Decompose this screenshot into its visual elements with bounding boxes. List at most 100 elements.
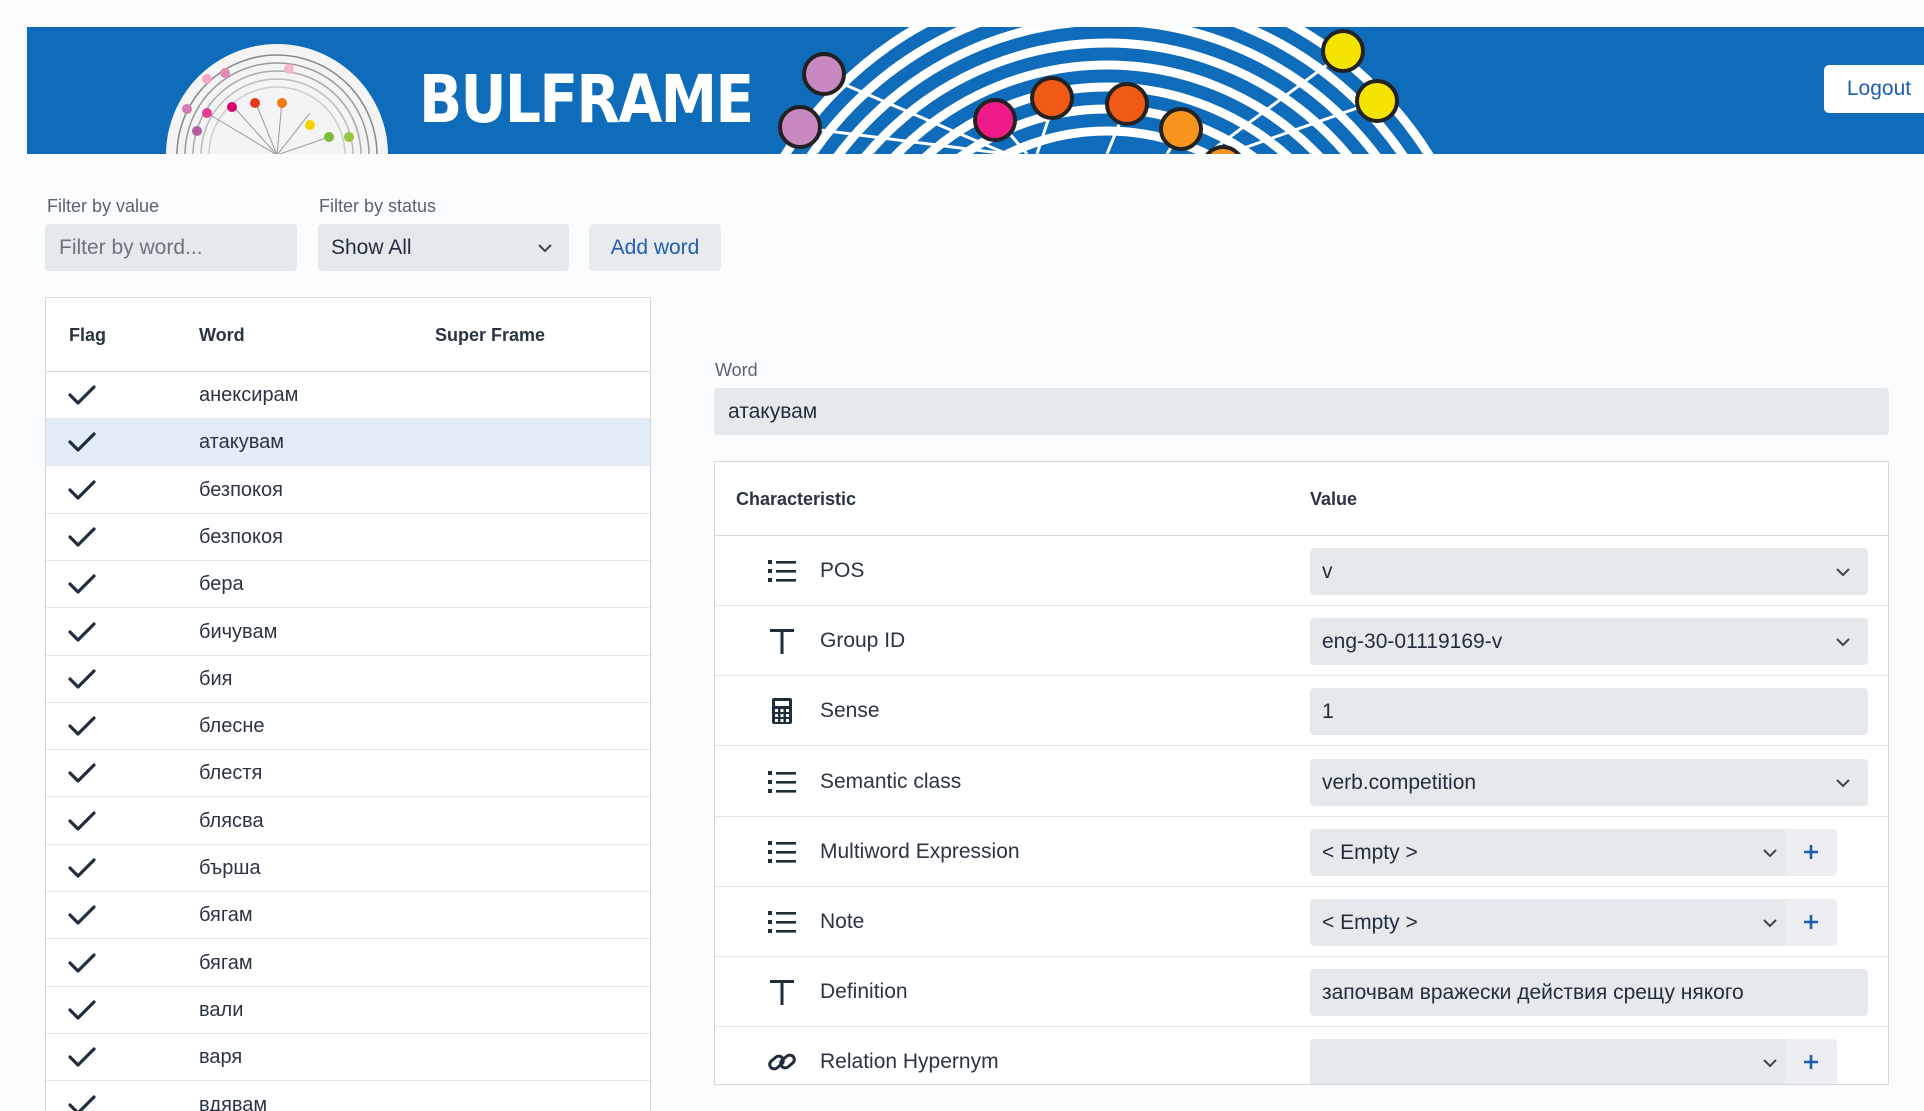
status-select[interactable]: Show All (318, 224, 569, 271)
characteristic-row: Note < Empty > (715, 887, 1888, 957)
list-icon (768, 770, 796, 793)
list-icon (768, 911, 796, 933)
filter-value-label: Filter by value (47, 196, 160, 216)
characteristic-row: Semantic class verb.competition (715, 747, 1888, 817)
characteristic-value-select[interactable]: v (1310, 548, 1868, 595)
word-cell: блясва (199, 809, 264, 832)
word-cell: варя (199, 1046, 243, 1069)
list-icon (768, 840, 796, 863)
characteristic-value: < Empty > (1322, 840, 1418, 864)
check-icon (68, 527, 96, 547)
characteristic-value: 1 (1322, 700, 1334, 724)
word-row[interactable]: варя (46, 1034, 650, 1082)
characteristic-value-select[interactable]: eng-30-01119169-v (1310, 618, 1868, 666)
word-cell: блесне (199, 715, 265, 738)
word-row[interactable]: безпокоя (46, 467, 650, 514)
word-row[interactable]: безпокоя (46, 514, 650, 561)
chevron-down-icon (1836, 568, 1850, 577)
text-t-icon (770, 629, 794, 655)
characteristic-value-input[interactable]: 1 (1310, 688, 1868, 736)
word-detail-field[interactable]: атакувам (714, 388, 1889, 435)
characteristic-name: Group ID (820, 629, 906, 653)
characteristics-table: Characteristic Value POS v Group ID eng-30-… (714, 461, 1889, 1085)
characteristic-name: Relation Hypernym (820, 1050, 999, 1074)
word-row[interactable]: бичувам (46, 609, 650, 656)
check-icon (68, 952, 96, 973)
check-icon (68, 811, 96, 831)
characteristic-row: POS v (715, 536, 1888, 606)
characteristic-row: Group ID eng-30-01119169-v (715, 606, 1888, 677)
characteristic-value-select[interactable] (1310, 1039, 1795, 1084)
text-t-icon (770, 980, 794, 1006)
check-icon (68, 1094, 96, 1111)
filter-status-label: Filter by status (319, 196, 437, 216)
list-icon (768, 560, 796, 582)
banner-artwork (166, 27, 1924, 154)
characteristic-row: Relation Hypernym (715, 1027, 1888, 1084)
check-icon (68, 716, 96, 736)
check-icon (68, 905, 96, 925)
check-icon (68, 763, 96, 783)
characteristic-value-select[interactable]: < Empty > (1310, 899, 1795, 946)
check-icon (68, 432, 96, 452)
word-cell: бия (199, 667, 233, 690)
word-cell: безпокоя (199, 478, 283, 501)
characteristic-row: Definition започвам вражески действия сре… (715, 957, 1888, 1028)
word-row[interactable]: анексирам (46, 372, 650, 419)
characteristic-name: Multiword Expression (820, 839, 1020, 863)
characteristic-name: POS (820, 559, 865, 582)
word-row[interactable]: вали (46, 987, 650, 1034)
word-row[interactable]: бърша (46, 845, 650, 892)
chevron-down-icon (1763, 1059, 1777, 1068)
word-cell: бягам (199, 904, 253, 927)
add-value-button[interactable] (1785, 828, 1837, 876)
characteristic-value: < Empty > (1322, 911, 1418, 934)
characteristic-value: v (1322, 560, 1333, 583)
word-row[interactable]: блесне (46, 703, 650, 751)
add-value-button[interactable] (1785, 899, 1837, 946)
word-cell: бичувам (199, 620, 278, 643)
characteristic-row: Multiword Expression < Empty > (715, 817, 1888, 887)
link-icon (768, 1053, 796, 1071)
logout-button[interactable]: Logout (1824, 65, 1924, 113)
check-icon (68, 621, 96, 642)
check-icon (68, 1000, 96, 1020)
characteristic-value: eng-30-01119169-v (1322, 630, 1503, 654)
word-cell: атакувам (199, 431, 284, 454)
word-row[interactable]: бера (46, 561, 650, 609)
characteristic-value: започвам вражески действия срещу някого (1322, 981, 1744, 1005)
characteristics-table-header: Characteristic Value (715, 462, 1888, 536)
filter-word-input[interactable] (45, 224, 297, 271)
word-row[interactable]: блясва (46, 798, 650, 845)
chevron-down-icon (1763, 849, 1777, 858)
characteristic-row: Sense 1 (715, 676, 1888, 747)
word-table-header: Flag Word Super Frame (46, 298, 650, 372)
characteristic-name: Semantic class (820, 769, 962, 793)
word-row[interactable]: блестя (46, 750, 650, 798)
word-row[interactable]: вдявам (46, 1082, 650, 1111)
word-cell: анексирам (199, 384, 299, 406)
chevron-down-icon (1836, 638, 1850, 647)
logo-text: BULFRAME (419, 61, 754, 138)
add-word-button[interactable]: Add word (589, 224, 721, 271)
word-row[interactable]: атакувам (46, 419, 650, 467)
word-cell: вали (199, 998, 244, 1021)
word-row[interactable]: бягам (46, 940, 650, 987)
word-table: Flag Word Super Frame анексирам атакувам б… (45, 297, 651, 1111)
check-icon (68, 1047, 96, 1067)
characteristic-name: Note (820, 910, 865, 933)
word-cell: блестя (199, 762, 263, 785)
characteristic-name: Definition (820, 980, 908, 1004)
word-cell: бера (199, 573, 244, 596)
characteristic-value-select[interactable]: < Empty > (1310, 828, 1795, 876)
word-detail-label: Word (715, 360, 758, 380)
word-row[interactable]: бия (46, 656, 650, 703)
check-icon (68, 574, 96, 594)
characteristic-value-input[interactable]: започвам вражески действия срещу някого (1310, 969, 1868, 1017)
chevron-down-icon (1836, 778, 1850, 788)
word-row[interactable]: бягам (46, 892, 650, 940)
word-cell: бърша (199, 857, 261, 879)
add-value-button[interactable] (1785, 1039, 1837, 1084)
characteristic-value-select[interactable]: verb.competition (1310, 758, 1868, 806)
logo-emblem (166, 44, 388, 154)
